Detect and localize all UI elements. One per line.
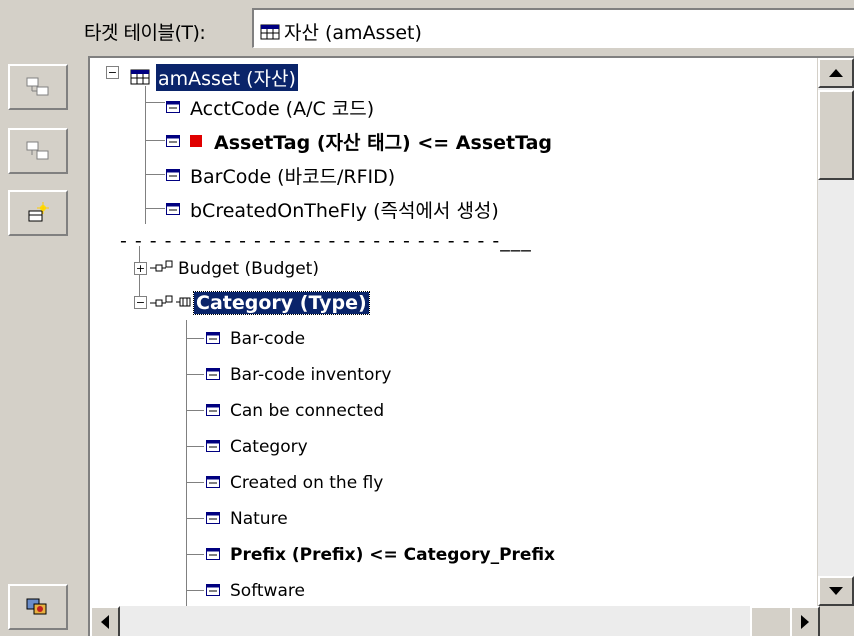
arrow-right-icon: [801, 615, 809, 629]
field-icon: [166, 164, 180, 186]
field-label: Category: [230, 437, 308, 457]
field-row[interactable]: Software: [206, 576, 305, 606]
table-icon: [130, 69, 150, 85]
vertical-scroll-thumb[interactable]: [818, 90, 854, 180]
field-icon: [206, 509, 220, 529]
link-row[interactable]: Category (Type): [150, 288, 370, 318]
vertical-scrollbar[interactable]: [817, 58, 854, 606]
arrow-up-icon: [829, 69, 843, 77]
tree-line: [145, 174, 165, 175]
link-row[interactable]: Budget (Budget): [150, 254, 319, 284]
link-tables-icon: [25, 76, 51, 98]
field-label: bCreatedOnTheFly (즉석에서 생성): [190, 199, 499, 222]
field-row[interactable]: Bar-code: [206, 324, 305, 354]
link-icon: [150, 259, 174, 279]
options-icon: [25, 596, 51, 618]
scroll-up-button[interactable]: [818, 58, 854, 88]
separator-line: - - - - - - - - - - - - - - - - - - - - …: [120, 230, 532, 252]
collapse-toggle[interactable]: −: [106, 66, 119, 79]
expand-toggle[interactable]: +: [134, 262, 147, 275]
field-icon: [206, 365, 220, 385]
unlink-tables-button[interactable]: [8, 128, 68, 174]
target-table-label: 타겟 테이블(T):: [84, 22, 206, 44]
field-icon: [206, 401, 220, 421]
field-row[interactable]: bCreatedOnTheFly (즉석에서 생성): [166, 194, 499, 224]
field-row[interactable]: AssetTag (자산 태그) <= AssetTag: [166, 126, 552, 156]
tree-line: [145, 140, 165, 141]
field-row[interactable]: Nature: [206, 504, 288, 534]
table-icon: [260, 24, 280, 40]
field-icon: [206, 329, 220, 349]
scroll-left-button[interactable]: [90, 606, 120, 636]
tree-line: [186, 590, 204, 591]
scroll-down-button[interactable]: [818, 576, 854, 606]
tree-line: [186, 338, 204, 339]
field-label: BarCode (바코드/RFID): [190, 165, 396, 188]
field-row[interactable]: Prefix (Prefix) <= Category_Prefix: [206, 540, 555, 570]
tree-line: [186, 554, 204, 555]
link-label: Budget (Budget): [178, 259, 319, 279]
mapped-marker-icon: [190, 135, 202, 147]
link-icon: [150, 292, 174, 314]
tree-root-label: amAsset (자산): [156, 63, 298, 91]
field-label: Bar-code inventory: [230, 365, 392, 385]
new-field-button[interactable]: [8, 190, 68, 236]
link-tables-button[interactable]: [8, 64, 68, 110]
tree-line: [186, 410, 204, 411]
field-row[interactable]: BarCode (바코드/RFID): [166, 160, 395, 190]
field-tree[interactable]: − amAsset (자산) AcctCode (A/C 코드) AssetTa…: [88, 56, 854, 636]
target-table-value: 자산 (amAsset): [284, 22, 422, 44]
tree-line: [145, 86, 146, 224]
tree-line: [145, 102, 165, 103]
field-row[interactable]: Bar-code inventory: [206, 360, 391, 390]
field-icon: [166, 96, 180, 118]
arrow-left-icon: [101, 615, 109, 629]
field-label: Prefix (Prefix) <= Category_Prefix: [230, 545, 556, 565]
pin-icon: [176, 292, 192, 314]
field-label: AssetTag (자산 태그) <= AssetTag: [214, 131, 553, 154]
horizontal-scroll-thumb[interactable]: [750, 606, 790, 636]
options-button[interactable]: [8, 584, 68, 630]
field-icon: [166, 198, 180, 220]
field-label: AcctCode (A/C 코드): [190, 97, 375, 120]
tree-line: [186, 374, 204, 375]
field-label: Bar-code: [230, 329, 306, 349]
field-icon: [166, 130, 180, 152]
horizontal-scrollbar[interactable]: [90, 606, 820, 636]
size-grip: [820, 606, 854, 636]
field-label: Software: [230, 581, 305, 601]
field-icon: [206, 437, 220, 457]
tree-line: [186, 446, 204, 447]
field-label: Can be connected: [230, 401, 385, 421]
tree-line: [186, 320, 187, 606]
tree-line: [186, 518, 204, 519]
link-label: Category (Type): [193, 291, 370, 315]
field-label: Nature: [230, 509, 288, 529]
tree-line: [186, 482, 204, 483]
tree-root[interactable]: amAsset (자산): [130, 62, 298, 92]
unlink-tables-icon: [25, 140, 51, 162]
target-table-combo[interactable]: 자산 (amAsset) ▼: [252, 8, 854, 48]
tree-line: [145, 208, 165, 209]
field-icon: [206, 473, 220, 493]
field-row[interactable]: Created on the fly: [206, 468, 383, 498]
field-icon: [206, 545, 220, 565]
scroll-right-button[interactable]: [790, 606, 820, 636]
collapse-toggle[interactable]: −: [134, 296, 147, 309]
field-row[interactable]: Category: [206, 432, 308, 462]
field-row[interactable]: AcctCode (A/C 코드): [166, 92, 374, 122]
arrow-down-icon: [829, 587, 843, 595]
field-row[interactable]: Can be connected: [206, 396, 384, 426]
field-icon: [206, 581, 220, 601]
field-label: Created on the fly: [230, 473, 384, 493]
new-field-icon: [25, 202, 51, 224]
